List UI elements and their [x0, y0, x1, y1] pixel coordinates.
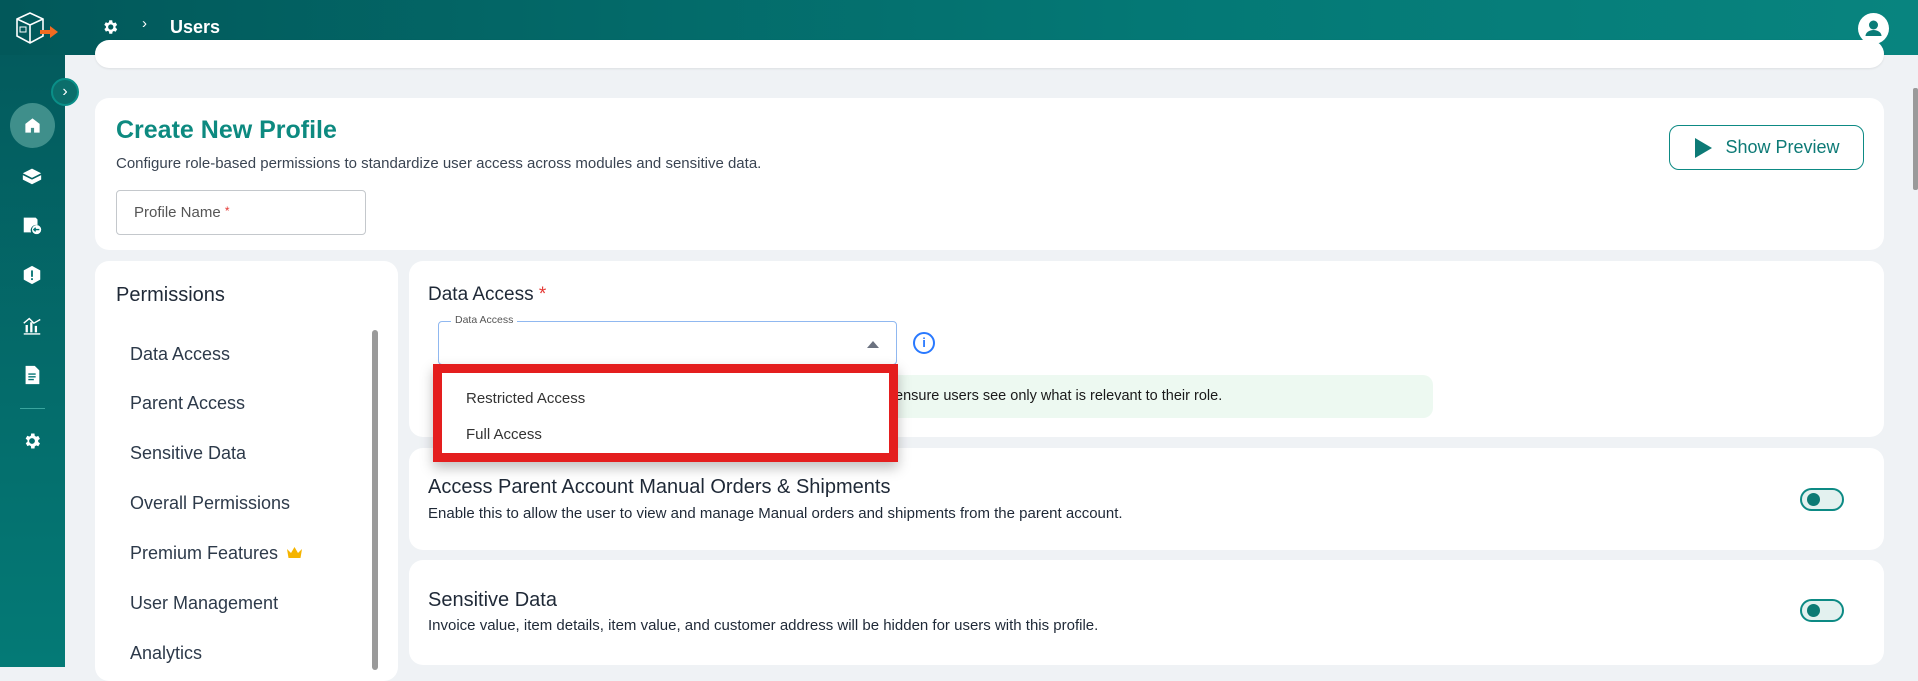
box-icon: [22, 168, 42, 185]
parent-orders-card: [409, 448, 1884, 550]
parent-orders-toggle[interactable]: [1800, 488, 1844, 511]
option-restricted-access[interactable]: Restricted Access: [442, 379, 889, 415]
sidebar-item-reports[interactable]: [20, 363, 44, 387]
settings-breadcrumb-icon[interactable]: [101, 18, 119, 41]
show-preview-button[interactable]: Show Preview: [1669, 125, 1864, 170]
perm-nav-parent-access[interactable]: Parent Access: [130, 393, 245, 414]
play-icon: [1695, 137, 1713, 158]
show-preview-label: Show Preview: [1725, 137, 1840, 157]
data-access-info-text: ensure users see only what is relevant t…: [895, 388, 1223, 404]
data-access-title: Data Access *: [428, 284, 546, 306]
parent-orders-description: Enable this to allow the user to view an…: [428, 505, 1123, 522]
previous-card: [95, 40, 1884, 68]
permissions-panel: [95, 261, 398, 681]
expand-sidebar-button[interactable]: ›: [51, 78, 79, 106]
perm-nav-premium-features[interactable]: Premium Features: [130, 543, 303, 564]
required-mark: *: [224, 204, 230, 218]
data-access-select[interactable]: Data Access: [438, 314, 897, 365]
data-access-title-text: Data Access: [428, 284, 534, 305]
perm-nav-user-management[interactable]: User Management: [130, 593, 278, 614]
parent-orders-title: Access Parent Account Manual Orders & Sh…: [428, 476, 891, 498]
required-mark: *: [538, 284, 547, 305]
sensitive-data-title: Sensitive Data: [428, 589, 557, 611]
sidebar-item-analytics[interactable]: [20, 313, 44, 337]
sidebar-item-issues[interactable]: [20, 263, 44, 287]
perm-nav-overall-permissions[interactable]: Overall Permissions: [130, 493, 290, 514]
breadcrumb-chevron-icon: ›: [142, 15, 147, 32]
home-icon: [25, 118, 40, 133]
analytics-icon: [23, 317, 41, 335]
page-subtitle: Configure role-based permissions to stan…: [116, 155, 762, 172]
gear-icon: [25, 433, 40, 449]
return-box-icon: [23, 217, 42, 235]
data-access-select-label: Data Access: [451, 314, 518, 326]
crown-icon: [287, 547, 303, 558]
option-full-access[interactable]: Full Access: [442, 415, 889, 451]
alert-hexagon-icon: [23, 265, 41, 285]
perm-nav-premium-label: Premium Features: [130, 543, 279, 563]
sensitive-data-card: [409, 560, 1884, 665]
profile-name-placeholder: Profile Name: [134, 204, 221, 221]
info-icon[interactable]: i: [913, 332, 935, 354]
app-logo[interactable]: [14, 10, 60, 46]
page-title: Create New Profile: [116, 116, 337, 144]
permissions-scrollbar[interactable]: [372, 330, 378, 670]
perm-nav-analytics[interactable]: Analytics: [130, 643, 202, 664]
perm-nav-data-access[interactable]: Data Access: [130, 344, 230, 365]
sensitive-data-toggle[interactable]: [1800, 599, 1844, 622]
sensitive-data-description: Invoice value, item details, item value,…: [428, 617, 1099, 634]
permissions-title: Permissions: [116, 284, 225, 306]
caret-up-icon: [867, 341, 879, 348]
document-icon: [25, 365, 40, 385]
sidebar-item-settings[interactable]: [20, 429, 44, 453]
breadcrumb-current: Users: [170, 17, 221, 37]
perm-nav-sensitive-data[interactable]: Sensitive Data: [130, 443, 246, 464]
sidebar-item-home[interactable]: [10, 103, 55, 148]
sidebar-divider: [20, 408, 45, 409]
page-scrollbar[interactable]: [1913, 88, 1918, 190]
profile-name-input[interactable]: Profile Name *: [116, 190, 366, 235]
sidebar-item-orders[interactable]: [20, 164, 44, 188]
sidebar-item-returns[interactable]: [20, 213, 44, 237]
data-access-dropdown-menu: Restricted Access Full Access: [433, 364, 898, 462]
